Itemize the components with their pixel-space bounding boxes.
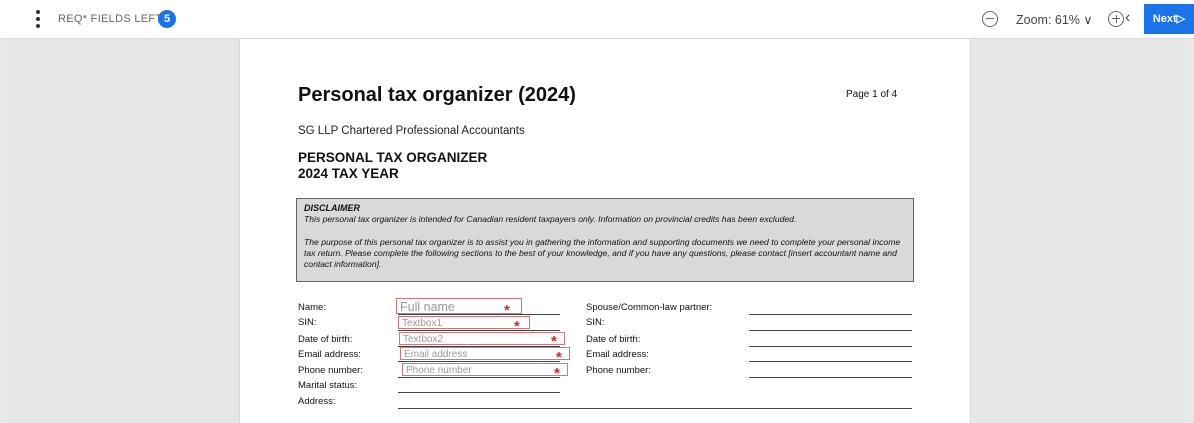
disclaimer-paragraph-2: The purpose of this personal tax organiz… [304,237,901,269]
phone-label: Phone number: [298,365,363,376]
phone-underline [398,377,560,378]
spouse-phone-label: Phone number: [586,365,651,376]
marital-status-line[interactable] [398,392,560,393]
email-address-field[interactable]: Email address [400,347,570,360]
email-underline [398,361,560,362]
sin-underline [398,330,560,331]
more-options-icon[interactable] [31,10,45,30]
document-title: Personal tax organizer (2024) [298,84,576,106]
spouse-dob-line[interactable] [749,346,912,347]
date-of-birth-field[interactable]: Textbox2 [399,332,565,345]
required-fields-count-badge[interactable]: 5 [158,10,176,28]
sin-label: SIN: [298,317,317,328]
firm-name: SG LLP Chartered Professional Accountant… [298,125,525,137]
zoom-out-icon[interactable] [982,11,998,27]
disclaimer-title: DISCLAIMER [304,203,360,213]
address-label: Address: [298,396,336,407]
zoom-in-icon[interactable] [1108,11,1124,27]
page-indicator: Page 1 of 4 [846,89,898,100]
marital-status-label: Marital status: [298,380,358,391]
spouse-dob-label: Date of birth: [586,334,641,345]
required-fields-label: REQ* FIELDS LEFT [58,13,163,25]
spouse-email-line[interactable] [749,361,912,362]
address-line[interactable] [398,408,912,409]
name-underline [398,314,560,315]
next-button[interactable]: Next▷ [1144,4,1194,34]
name-label: Name: [298,302,326,313]
spouse-phone-line[interactable] [749,377,912,378]
phone-number-field[interactable]: Phone number [402,363,568,376]
top-toolbar: REQ* FIELDS LEFT 5 Zoom: 61% ∨ ‹ Next▷ [0,0,1194,39]
document-page: Personal tax organizer (2024) Page 1 of … [240,39,970,423]
disclaimer-paragraph-1: This personal tax organizer is intended … [304,214,797,224]
spouse-name-line[interactable] [749,314,912,315]
tax-year-heading: 2024 TAX YEAR [298,166,399,181]
sin-field[interactable]: Textbox1 [398,316,530,329]
email-label: Email address: [298,349,361,360]
spouse-sin-line[interactable] [749,330,912,331]
dob-underline [398,346,560,347]
previous-chevron-icon[interactable]: ‹ [1125,9,1130,27]
spouse-label: Spouse/Common-law partner: [586,302,713,313]
organizer-heading: PERSONAL TAX ORGANIZER [298,150,488,165]
zoom-dropdown[interactable]: Zoom: 61% ∨ [1016,12,1093,27]
dob-label: Date of birth: [298,334,353,345]
spouse-email-label: Email address: [586,349,649,360]
spouse-sin-label: SIN: [586,317,605,328]
disclaimer-box: DISCLAIMER This personal tax organizer i… [296,198,914,282]
